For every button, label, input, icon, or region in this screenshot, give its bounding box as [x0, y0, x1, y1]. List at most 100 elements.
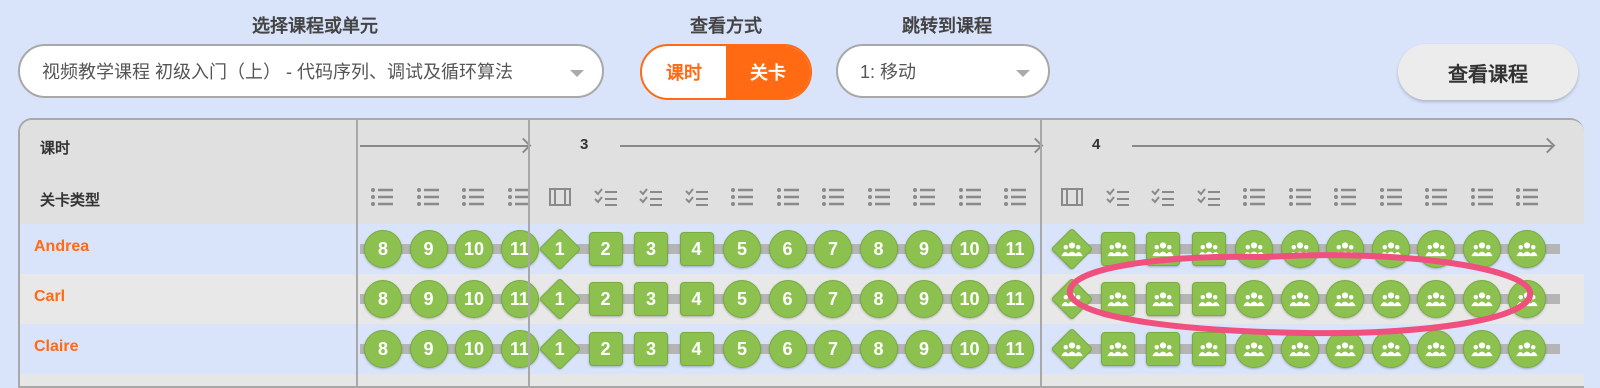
- level-bubble-group[interactable]: [1191, 232, 1226, 266]
- level-bubble[interactable]: 2: [588, 232, 623, 266]
- level-bubble[interactable]: 3: [634, 282, 668, 316]
- level-bubble-group[interactable]: [1326, 330, 1364, 368]
- level-bubble-group[interactable]: [1326, 230, 1364, 268]
- level-bubble[interactable]: 6: [768, 330, 807, 368]
- level-bubble[interactable]: 5: [723, 330, 761, 368]
- level-bubble-group[interactable]: [1146, 232, 1180, 266]
- level-bubble-group[interactable]: [1417, 280, 1455, 318]
- level-bubble-group[interactable]: [1146, 332, 1180, 366]
- course-select[interactable]: 视频教学课程 初级入门（上） - 代码序列、调试及循环算法: [18, 44, 604, 98]
- level-bubble-group[interactable]: [1371, 230, 1410, 268]
- level-bubble[interactable]: 1: [538, 277, 582, 321]
- level-bubble[interactable]: 4: [679, 232, 714, 266]
- level-bubble[interactable]: 3: [634, 232, 668, 266]
- level-bubble-group[interactable]: [1508, 280, 1546, 318]
- level-bubble-group[interactable]: [1050, 277, 1094, 321]
- level-bubble-group[interactable]: [1191, 332, 1226, 366]
- level-bubble-group[interactable]: [1371, 280, 1410, 318]
- lesson-number-3[interactable]: 3: [580, 136, 588, 153]
- level-bubble-group[interactable]: [1462, 280, 1501, 318]
- level-bubble-group[interactable]: [1100, 232, 1135, 266]
- level-bubble[interactable]: 8: [859, 230, 898, 268]
- level-bubble[interactable]: 7: [814, 330, 852, 368]
- level-bubble[interactable]: 5: [723, 230, 761, 268]
- level-bubble[interactable]: 10: [455, 330, 493, 368]
- level-bubble-group[interactable]: [1462, 330, 1501, 368]
- level-bubble[interactable]: 11: [500, 230, 539, 268]
- level-bubble[interactable]: 6: [768, 230, 807, 268]
- list-icon: [461, 186, 485, 208]
- level-bubble[interactable]: 10: [455, 230, 493, 268]
- level-bubble[interactable]: 4: [679, 332, 714, 366]
- level-bubble[interactable]: 9: [409, 280, 448, 318]
- level-bubble[interactable]: 11: [500, 280, 539, 318]
- list-icon: [1515, 186, 1539, 208]
- level-bubble[interactable]: 4: [679, 282, 714, 316]
- student-name[interactable]: Carl: [34, 288, 65, 306]
- level-bubble[interactable]: 7: [814, 280, 852, 318]
- level-bubble[interactable]: 1: [538, 227, 582, 271]
- level-bubble[interactable]: 5: [723, 280, 761, 318]
- level-bubble-group[interactable]: [1235, 230, 1273, 268]
- level-bubble-group[interactable]: [1191, 282, 1226, 316]
- chevron-down-icon: [1016, 70, 1030, 77]
- view-option-lesson[interactable]: 课时: [642, 46, 726, 98]
- level-bubble[interactable]: 9: [905, 330, 943, 368]
- level-bubble-group[interactable]: [1146, 282, 1180, 316]
- level-bubble[interactable]: 11: [996, 280, 1034, 318]
- level-bubble-group[interactable]: [1280, 280, 1319, 318]
- level-bubble[interactable]: 10: [455, 280, 493, 318]
- level-bubble[interactable]: 8: [364, 280, 402, 318]
- level-bubble-group[interactable]: [1280, 330, 1319, 368]
- level-bubble-group[interactable]: [1371, 330, 1410, 368]
- level-bubble[interactable]: 2: [588, 282, 623, 316]
- level-bubble[interactable]: 2: [588, 332, 623, 366]
- group-icon: [1106, 341, 1129, 357]
- level-number: 6: [782, 288, 793, 309]
- level-bubble[interactable]: 11: [996, 230, 1034, 268]
- level-bubble[interactable]: 11: [996, 330, 1034, 368]
- level-bubble[interactable]: 10: [950, 330, 989, 368]
- level-bubble[interactable]: 9: [409, 230, 448, 268]
- jump-to-lesson-select[interactable]: 1: 移动: [836, 44, 1050, 98]
- level-bubble[interactable]: 8: [859, 330, 898, 368]
- progress-table: 课时 3 4 关卡类型 Andrea 8 9 10 11 1 2 3 4 5 6 7 8 9 10 11 Car…: [18, 118, 1584, 388]
- group-icon: [1470, 341, 1493, 357]
- level-bubble[interactable]: 10: [950, 230, 989, 268]
- level-bubble-group[interactable]: [1508, 230, 1546, 268]
- level-bubble-group[interactable]: [1417, 230, 1455, 268]
- level-bubble-group[interactable]: [1280, 230, 1319, 268]
- lesson-number-4[interactable]: 4: [1092, 136, 1100, 153]
- level-bubble[interactable]: 10: [950, 280, 989, 318]
- level-bubble[interactable]: 11: [500, 330, 539, 368]
- level-bubble[interactable]: 9: [905, 280, 943, 318]
- list-icon: [370, 186, 394, 208]
- level-bubble-group[interactable]: [1326, 280, 1364, 318]
- level-bubble-group[interactable]: [1462, 230, 1501, 268]
- level-bubble-group[interactable]: [1100, 332, 1135, 366]
- level-bubble-group[interactable]: [1100, 282, 1135, 316]
- student-name[interactable]: Andrea: [34, 238, 89, 256]
- level-bubble[interactable]: 1: [538, 327, 582, 371]
- student-name[interactable]: Claire: [34, 338, 78, 356]
- group-icon: [1470, 241, 1493, 257]
- level-bubble-group[interactable]: [1235, 330, 1273, 368]
- level-bubble[interactable]: 8: [364, 330, 402, 368]
- level-number: 11: [1005, 288, 1025, 309]
- level-bubble-group[interactable]: [1417, 330, 1455, 368]
- level-bubble-group[interactable]: [1050, 227, 1094, 271]
- level-bubble-group[interactable]: [1235, 280, 1273, 318]
- level-bubble[interactable]: 8: [859, 280, 898, 318]
- level-bubble[interactable]: 6: [768, 280, 807, 318]
- level-bubble-group[interactable]: [1050, 327, 1094, 371]
- level-bubble[interactable]: 3: [634, 332, 668, 366]
- view-course-button[interactable]: 查看课程: [1398, 44, 1578, 100]
- level-bubble[interactable]: 9: [409, 330, 448, 368]
- view-option-level[interactable]: 关卡: [726, 46, 810, 98]
- level-bubble[interactable]: 9: [905, 230, 943, 268]
- check-icon: [684, 186, 709, 208]
- level-bubble[interactable]: 8: [364, 230, 402, 268]
- level-bubble-group[interactable]: [1508, 330, 1546, 368]
- view-mode-toggle[interactable]: 课时 关卡: [640, 44, 812, 100]
- level-bubble[interactable]: 7: [814, 230, 852, 268]
